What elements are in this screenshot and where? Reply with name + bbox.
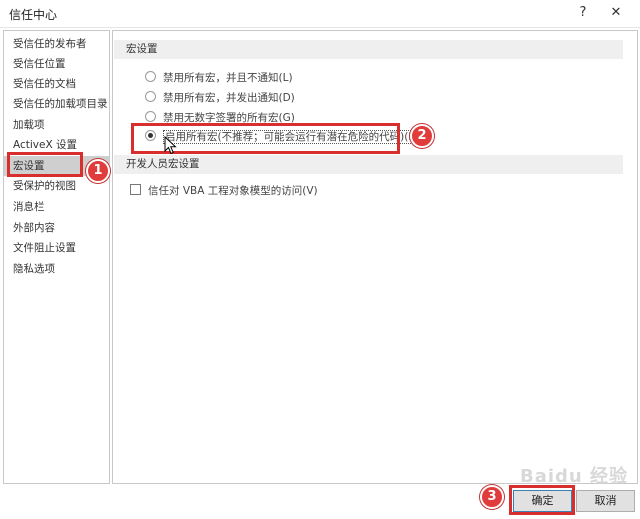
step-badge-3: 3: [480, 485, 504, 509]
checkbox-label: 信任对 VBA 工程对象模型的访问(V): [148, 185, 318, 197]
radio-disable-notify[interactable]: 禁用所有宏，并发出通知(D): [145, 90, 295, 106]
section-heading-macro: 宏设置: [114, 40, 623, 59]
checkbox[interactable]: [130, 184, 141, 195]
window-title: 信任中心: [9, 8, 58, 22]
sidebar-item-addins[interactable]: 加载项: [4, 115, 109, 135]
title-bar: 信任中心 ? ✕: [0, 0, 640, 28]
step-badge-1: 1: [86, 159, 110, 183]
radio-disable-no-notify[interactable]: 禁用所有宏，并且不通知(L): [145, 70, 293, 86]
step-badge-2: 2: [410, 124, 434, 148]
highlight-box-ok: [509, 485, 575, 515]
section-heading-developer: 开发人员宏设置: [114, 155, 623, 174]
radio-button[interactable]: [145, 91, 156, 102]
radio-label: 禁用所有宏，并且不通知(L): [163, 72, 293, 84]
sidebar-item-trusted-addin-catalogs[interactable]: 受信任的加载项目录: [4, 94, 109, 114]
close-icon[interactable]: ✕: [605, 3, 627, 23]
help-icon[interactable]: ?: [572, 3, 594, 23]
sidebar-item-file-block[interactable]: 文件阻止设置: [4, 238, 109, 258]
watermark-logo: Baidu 经验: [520, 466, 629, 487]
sidebar-item-trusted-publishers[interactable]: 受信任的发布者: [4, 34, 109, 54]
sidebar-item-privacy[interactable]: 隐私选项: [4, 259, 109, 279]
sidebar-nav: 受信任的发布者 受信任位置 受信任的文档 受信任的加载项目录 加载项 Activ…: [3, 30, 110, 484]
sidebar-item-trusted-locations[interactable]: 受信任位置: [4, 54, 109, 74]
radio-button[interactable]: [145, 111, 156, 122]
highlight-box-sidebar: [7, 152, 83, 177]
radio-button[interactable]: [145, 71, 156, 82]
sidebar-item-trusted-documents[interactable]: 受信任的文档: [4, 74, 109, 94]
radio-label: 禁用所有宏，并发出通知(D): [163, 92, 295, 104]
checkbox-trust-vba[interactable]: 信任对 VBA 工程对象模型的访问(V): [130, 183, 318, 199]
mouse-cursor-icon: [164, 136, 177, 155]
sidebar-item-message-bar[interactable]: 消息栏: [4, 197, 109, 217]
cancel-button[interactable]: 取消: [576, 490, 635, 512]
sidebar-item-external-content[interactable]: 外部内容: [4, 218, 109, 238]
